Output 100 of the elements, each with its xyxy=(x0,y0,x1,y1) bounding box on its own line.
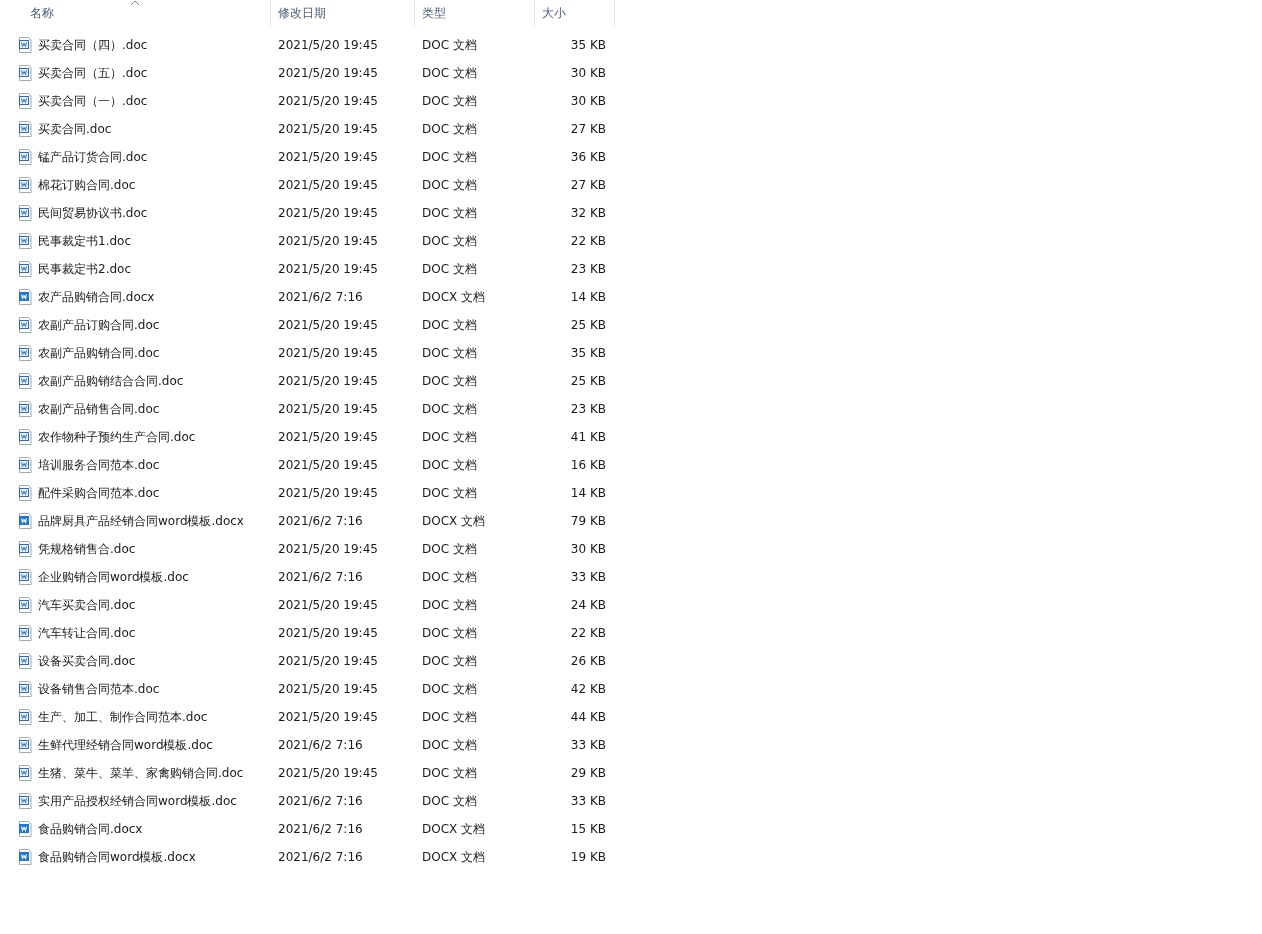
file-name[interactable]: 食品购销合同word模板.docx xyxy=(38,848,196,866)
file-size: 30 KB xyxy=(570,94,606,108)
file-size: 27 KB xyxy=(570,122,606,136)
file-name[interactable]: 配件采购合同范本.doc xyxy=(38,484,160,502)
document-icon xyxy=(18,37,32,53)
document-icon xyxy=(18,261,32,277)
modified-date: 2021/5/20 19:45 xyxy=(278,626,378,640)
file-name[interactable]: 农副产品购销结合合同.doc xyxy=(38,372,184,390)
column-header[interactable]: 类型 xyxy=(415,0,535,26)
document-icon xyxy=(18,149,32,165)
file-name[interactable]: 买卖合同（一）.doc xyxy=(38,92,148,110)
file-name[interactable]: 设备销售合同范本.doc xyxy=(38,680,160,698)
file-size: 22 KB xyxy=(570,626,606,640)
file-size: 29 KB xyxy=(570,766,606,780)
modified-date: 2021/5/20 19:45 xyxy=(278,206,378,220)
file-name[interactable]: 锰产品订货合同.doc xyxy=(38,148,148,166)
file-name[interactable]: 企业购销合同word模板.doc xyxy=(38,568,189,586)
document-icon xyxy=(18,93,32,109)
file-size: 24 KB xyxy=(570,598,606,612)
modified-date: 2021/5/20 19:45 xyxy=(278,598,378,612)
modified-date: 2021/6/2 7:16 xyxy=(278,570,363,584)
sort-up-icon xyxy=(130,0,140,6)
file-name[interactable]: 培训服务合同范本.doc xyxy=(38,456,160,474)
file-type: DOC 文档 xyxy=(422,344,477,362)
modified-date: 2021/5/20 19:45 xyxy=(278,766,378,780)
modified-date: 2021/6/2 7:16 xyxy=(278,850,363,864)
file-name[interactable]: 汽车转让合同.doc xyxy=(38,624,136,642)
file-name[interactable]: 实用产品授权经销合同word模板.doc xyxy=(38,792,237,810)
file-name[interactable]: 买卖合同（五）.doc xyxy=(38,64,148,82)
modified-date: 2021/5/20 19:45 xyxy=(278,682,378,696)
file-name[interactable]: 品牌厨具产品经销合同word模板.docx xyxy=(38,512,244,530)
file-name[interactable]: 生鲜代理经销合同word模板.doc xyxy=(38,736,213,754)
file-name[interactable]: 买卖合同（四）.doc xyxy=(38,36,148,54)
modified-date: 2021/5/20 19:45 xyxy=(278,66,378,80)
file-type: DOCX 文档 xyxy=(422,848,486,866)
file-name[interactable]: 生猪、菜牛、菜羊、家禽购销合同.doc xyxy=(38,764,244,782)
modified-date: 2021/5/20 19:45 xyxy=(278,234,378,248)
modified-date: 2021/5/20 19:45 xyxy=(278,346,378,360)
document-icon xyxy=(18,401,32,417)
file-size: 15 KB xyxy=(570,822,606,836)
file-size: 30 KB xyxy=(570,66,606,80)
file-size: 26 KB xyxy=(570,654,606,668)
file-type: DOC 文档 xyxy=(422,260,477,278)
document-icon xyxy=(18,345,32,361)
file-name[interactable]: 生产、加工、制作合同范本.doc xyxy=(38,708,208,726)
file-name[interactable]: 设备买卖合同.doc xyxy=(38,652,136,670)
document-icon xyxy=(18,485,32,501)
modified-date: 2021/5/20 19:45 xyxy=(278,318,378,332)
file-name[interactable]: 食品购销合同.docx xyxy=(38,820,143,838)
file-type: DOC 文档 xyxy=(422,708,477,726)
document-icon xyxy=(18,373,32,389)
document-icon xyxy=(18,541,32,557)
document-icon xyxy=(18,821,32,837)
document-icon xyxy=(18,177,32,193)
modified-date: 2021/5/20 19:45 xyxy=(278,262,378,276)
document-icon xyxy=(18,681,32,697)
file-name[interactable]: 民事裁定书2.doc xyxy=(38,260,131,278)
column-header[interactable]: 修改日期 xyxy=(271,0,415,26)
file-name[interactable]: 汽车买卖合同.doc xyxy=(38,596,136,614)
file-size: 35 KB xyxy=(570,38,606,52)
file-name[interactable]: 棉花订购合同.doc xyxy=(38,176,136,194)
file-size: 14 KB xyxy=(570,486,606,500)
document-icon xyxy=(18,121,32,137)
document-icon xyxy=(18,709,32,725)
file-size: 30 KB xyxy=(570,542,606,556)
file-name[interactable]: 民间贸易协议书.doc xyxy=(38,204,148,222)
modified-date: 2021/6/2 7:16 xyxy=(278,514,363,528)
file-type: DOC 文档 xyxy=(422,92,477,110)
file-size: 27 KB xyxy=(570,178,606,192)
file-size: 41 KB xyxy=(570,430,606,444)
file-name[interactable]: 凭规格销售合.doc xyxy=(38,540,136,558)
file-type: DOC 文档 xyxy=(422,428,477,446)
file-size: 44 KB xyxy=(570,710,606,724)
modified-date: 2021/5/20 19:45 xyxy=(278,122,378,136)
file-name[interactable]: 农副产品订购合同.doc xyxy=(38,316,160,334)
column-header[interactable]: 名称 xyxy=(0,0,271,26)
file-type: DOC 文档 xyxy=(422,596,477,614)
file-name[interactable]: 买卖合同.doc xyxy=(38,120,112,138)
modified-date: 2021/6/2 7:16 xyxy=(278,738,363,752)
file-type: DOC 文档 xyxy=(422,624,477,642)
file-size: 33 KB xyxy=(570,794,606,808)
document-icon xyxy=(18,65,32,81)
file-type: DOC 文档 xyxy=(422,204,477,222)
file-size: 32 KB xyxy=(570,206,606,220)
file-name[interactable]: 农副产品购销合同.doc xyxy=(38,344,160,362)
file-type: DOC 文档 xyxy=(422,120,477,138)
modified-date: 2021/5/20 19:45 xyxy=(278,654,378,668)
file-size: 25 KB xyxy=(570,374,606,388)
file-type: DOC 文档 xyxy=(422,652,477,670)
file-size: 25 KB xyxy=(570,318,606,332)
modified-date: 2021/5/20 19:45 xyxy=(278,458,378,472)
file-name[interactable]: 农产品购销合同.docx xyxy=(38,288,155,306)
file-type: DOC 文档 xyxy=(422,232,477,250)
file-name[interactable]: 民事裁定书1.doc xyxy=(38,232,131,250)
column-header[interactable]: 大小 xyxy=(535,0,615,26)
file-name[interactable]: 农副产品销售合同.doc xyxy=(38,400,160,418)
file-type: DOCX 文档 xyxy=(422,820,486,838)
file-name[interactable]: 农作物种子预约生产合同.doc xyxy=(38,428,196,446)
document-icon xyxy=(18,597,32,613)
file-size: 14 KB xyxy=(570,290,606,304)
